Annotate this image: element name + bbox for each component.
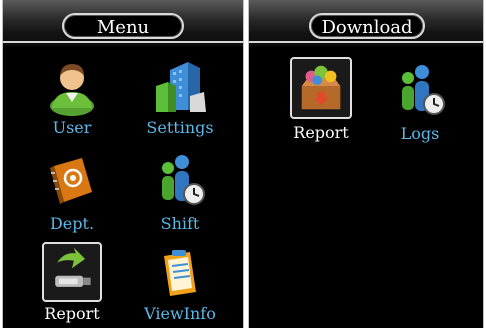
menu-title: Menu: [62, 13, 184, 39]
download-title: Download: [309, 13, 425, 39]
menu-item-shift[interactable]: Shift: [125, 152, 235, 242]
buildings-icon: [150, 56, 210, 116]
menu-item-report[interactable]: Report: [17, 242, 127, 328]
header-divider: [249, 41, 483, 43]
menu-item-settings-label: Settings: [146, 118, 214, 137]
menu-item-user[interactable]: User: [17, 56, 127, 146]
menu-item-shift-label: Shift: [160, 214, 200, 233]
clipboard-icon: [150, 242, 210, 302]
download-item-logs-label: Logs: [400, 124, 440, 143]
download-item-logs[interactable]: Logs: [365, 62, 475, 152]
menu-panel: Menu User Settings Dept. Shift Report Vi…: [2, 0, 244, 328]
people-clock-icon: [150, 152, 210, 212]
menu-item-dept[interactable]: Dept.: [17, 152, 127, 242]
address-book-icon: [42, 152, 102, 212]
menu-item-viewinfo[interactable]: ViewInfo: [125, 242, 235, 328]
header-divider: [3, 41, 243, 43]
download-item-report[interactable]: Report: [266, 57, 376, 147]
menu-item-dept-label: Dept.: [49, 214, 95, 233]
download-item-report-label: Report: [293, 123, 349, 142]
usb-download-icon: [42, 242, 102, 302]
report-box-icon: [290, 57, 352, 119]
download-panel: Download Report Logs: [248, 0, 484, 328]
menu-item-settings[interactable]: Settings: [125, 56, 235, 146]
menu-item-report-label: Report: [44, 304, 100, 323]
people-clock-icon: [390, 62, 450, 122]
menu-item-viewinfo-label: ViewInfo: [144, 304, 216, 323]
menu-item-user-label: User: [52, 118, 92, 137]
user-icon: [42, 56, 102, 116]
